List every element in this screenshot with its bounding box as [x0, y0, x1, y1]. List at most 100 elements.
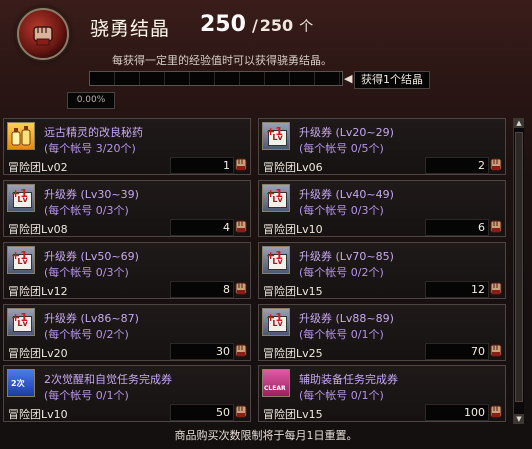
item-limit: (每个帐号 0/1个): [299, 389, 384, 402]
item-limit: (每个帐号 0/2个): [44, 328, 129, 341]
item-requirement: 冒险团Lv06: [263, 161, 323, 174]
crystal-currency-icon: [489, 281, 503, 296]
item-requirement: 冒险团Lv02: [8, 161, 68, 174]
crystal-currency-icon: [234, 281, 248, 296]
scroll-down-button[interactable]: ▼: [514, 414, 524, 424]
ticket-icon: Lv +1: [262, 184, 290, 212]
crystal-currency-icon: [234, 157, 248, 172]
price-box: 4: [170, 219, 234, 236]
item-price: 30: [216, 345, 230, 358]
item-limit: (每个帐号 0/5个): [299, 142, 384, 155]
awaken-icon: 2次: [7, 369, 35, 397]
current-count: 250: [200, 12, 246, 37]
item-name: 升级券 (Lv88~89): [299, 312, 394, 325]
price-box: 8: [170, 281, 234, 298]
item-requirement: 冒险团Lv20: [8, 347, 68, 360]
item-requirement: 冒险团Lv15: [263, 285, 323, 298]
crystal-currency-icon: [234, 219, 248, 234]
item-name: 远古精灵的改良秘药: [44, 126, 143, 139]
count-unit: 个: [299, 19, 314, 35]
item-price: 70: [471, 345, 485, 358]
shop-item[interactable]: Lv +1 升级券 (Lv88~89) (每个帐号 0/1个) 冒险团Lv25 70: [258, 304, 506, 361]
item-list: 远古精灵的改良秘药 (每个帐号 3/20个) 冒险团Lv02 1 Lv +1 升级券 (Lv…: [3, 118, 512, 424]
item-name: 升级券 (Lv40~49): [299, 188, 394, 201]
reward-label: 获得1个结晶: [354, 71, 430, 89]
exp-notice: 每获得一定里的经验值时可以获得骁勇结晶。: [112, 54, 332, 67]
item-name: 升级券 (Lv70~85): [299, 250, 394, 263]
crystal-currency-icon: [234, 343, 248, 358]
page-title: 骁勇结晶: [90, 18, 171, 40]
price-box: 30: [170, 343, 234, 360]
shop-item[interactable]: Lv +1 升级券 (Lv50~69) (每个帐号 0/3个) 冒险团Lv12 8: [3, 242, 251, 299]
ticket-icon: Lv +1: [7, 184, 35, 212]
crystal-currency-icon: [234, 404, 248, 419]
price-box: 2: [425, 157, 489, 174]
ticket-icon: Lv +1: [262, 246, 290, 274]
item-limit: (每个帐号 0/3个): [44, 266, 129, 279]
item-name: 升级券 (Lv50~69): [44, 250, 139, 263]
reset-notice: 商品购买次数限制将于每月1日重置。: [174, 429, 358, 442]
scrollbar[interactable]: ▲ ▼: [513, 118, 524, 424]
item-limit: (每个帐号 3/20个): [44, 142, 136, 155]
exp-progress-bar: [89, 71, 343, 86]
item-requirement: 冒险团Lv10: [8, 408, 68, 421]
item-price: 8: [223, 283, 230, 296]
price-box: 70: [425, 343, 489, 360]
scroll-up-button[interactable]: ▲: [514, 118, 524, 128]
crystal-shop-window: 骁勇结晶 250/250 个 每获得一定里的经验值时可以获得骁勇结晶。 ◀ 获得1…: [0, 0, 532, 449]
price-box: 1: [170, 157, 234, 174]
shop-item[interactable]: 远古精灵的改良秘药 (每个帐号 3/20个) 冒险团Lv02 1: [3, 118, 251, 175]
header: 骁勇结晶 250/250 个 每获得一定里的经验值时可以获得骁勇结晶。 ◀ 获得1…: [0, 0, 532, 116]
shop-item[interactable]: CLEAR 辅助装备任务完成券 (每个帐号 0/1个) 冒险团Lv15 100: [258, 365, 506, 422]
item-limit: (每个帐号 0/1个): [299, 328, 384, 341]
shop-item[interactable]: Lv +1 升级券 (Lv30~39) (每个帐号 0/3个) 冒险团Lv08 4: [3, 180, 251, 237]
item-price: 1: [223, 159, 230, 172]
price-box: 12: [425, 281, 489, 298]
count-separator: /: [251, 16, 258, 35]
item-limit: (每个帐号 0/3个): [44, 204, 129, 217]
item-name: 升级券 (Lv20~29): [299, 126, 394, 139]
shop-item[interactable]: Lv +1 升级券 (Lv70~85) (每个帐号 0/2个) 冒险团Lv15 12: [258, 242, 506, 299]
scroll-thumb[interactable]: [515, 132, 523, 402]
item-name: 升级券 (Lv86~87): [44, 312, 139, 325]
price-box: 50: [170, 404, 234, 421]
ticket-icon: Lv +1: [262, 122, 290, 150]
item-price: 50: [216, 406, 230, 419]
item-limit: (每个帐号 0/2个): [299, 266, 384, 279]
crystal-count: 250/250 个: [200, 12, 313, 37]
item-requirement: 冒险团Lv15: [263, 408, 323, 421]
shop-item[interactable]: Lv +1 升级券 (Lv86~87) (每个帐号 0/2个) 冒险团Lv20 30: [3, 304, 251, 361]
ticket-icon: Lv +1: [262, 308, 290, 336]
item-price: 12: [471, 283, 485, 296]
price-box: 6: [425, 219, 489, 236]
fist-icon: [17, 8, 69, 60]
item-limit: (每个帐号 0/3个): [299, 204, 384, 217]
shop-item[interactable]: Lv +1 升级券 (Lv20~29) (每个帐号 0/5个) 冒险团Lv06 2: [258, 118, 506, 175]
arrow-left-icon: ◀: [344, 72, 353, 85]
shop-item[interactable]: 2次 2次觉醒和自觉任务完成券 (每个帐号 0/1个) 冒险团Lv10 50: [3, 365, 251, 422]
ticket-icon: Lv +1: [7, 246, 35, 274]
item-requirement: 冒险团Lv12: [8, 285, 68, 298]
potion-icon: [7, 122, 35, 150]
price-box: 100: [425, 404, 489, 421]
crystal-currency-icon: [489, 343, 503, 358]
crystal-currency-icon: [489, 404, 503, 419]
progress-percent: 0.00%: [67, 92, 115, 109]
ticket-icon: Lv +1: [7, 308, 35, 336]
item-price: 2: [478, 159, 485, 172]
item-requirement: 冒险团Lv25: [263, 347, 323, 360]
item-name: 2次觉醒和自觉任务完成券: [44, 373, 172, 386]
crystal-currency-icon: [489, 157, 503, 172]
clear-icon: CLEAR: [262, 369, 290, 397]
item-name: 升级券 (Lv30~39): [44, 188, 139, 201]
item-price: 4: [223, 221, 230, 234]
item-price: 100: [464, 406, 485, 419]
item-limit: (每个帐号 0/1个): [44, 389, 129, 402]
max-count: 250: [259, 16, 294, 35]
shop-item[interactable]: Lv +1 升级券 (Lv40~49) (每个帐号 0/3个) 冒险团Lv10 6: [258, 180, 506, 237]
item-requirement: 冒险团Lv08: [8, 223, 68, 236]
item-name: 辅助装备任务完成券: [299, 373, 398, 386]
crystal-currency-icon: [489, 219, 503, 234]
item-price: 6: [478, 221, 485, 234]
item-requirement: 冒险团Lv10: [263, 223, 323, 236]
